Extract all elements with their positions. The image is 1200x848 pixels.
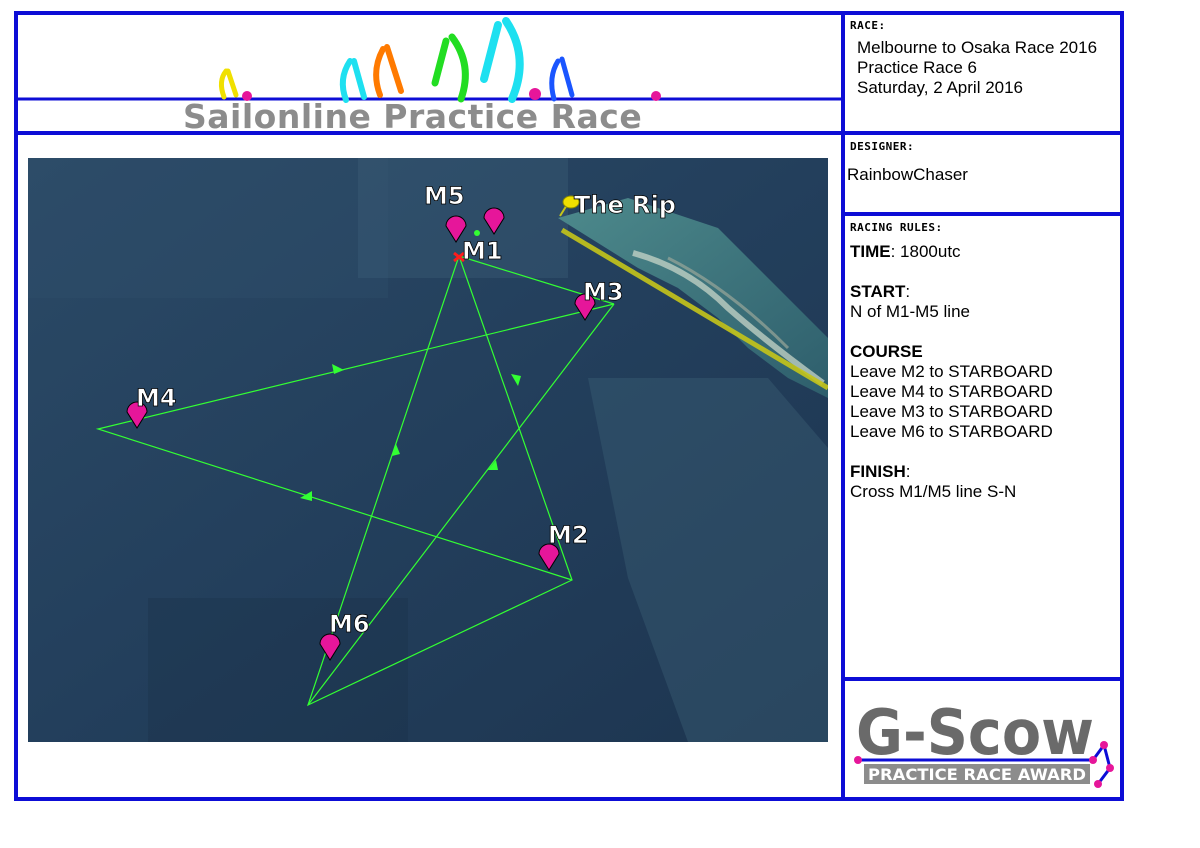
- course-label: COURSE: [850, 342, 923, 361]
- course-item: Leave M2 to STARBOARD: [850, 362, 1053, 381]
- g-scow-award-logo: G-Scow PRACTICE RACE AWARD: [848, 690, 1118, 790]
- race-name: Melbourne to Osaka Race 2016: [857, 38, 1098, 57]
- finish-colon: :: [905, 462, 911, 481]
- mark-label-m4: M4: [136, 384, 177, 412]
- designer-name: RainbowChaser: [847, 165, 968, 184]
- logo-title: G-Scow: [856, 696, 1094, 769]
- start-value: N of M1-M5 line: [850, 302, 970, 321]
- designer-heading: DESIGNER:: [850, 140, 915, 153]
- mark-label-m2: M2: [548, 521, 589, 549]
- race-subtitle: Practice Race 6: [857, 58, 977, 77]
- banner: Sailonline Practice Race: [18, 15, 842, 136]
- start-label: START: [850, 282, 906, 301]
- race-divider: [843, 131, 1124, 135]
- sail-cyan-large-icon: [480, 17, 524, 103]
- sail-yellow-icon: [218, 68, 239, 100]
- start-line-icon: [474, 230, 480, 236]
- race-details: Melbourne to Osaka Race 2016 Practice Ra…: [857, 38, 1097, 98]
- sail-orange-icon: [373, 44, 404, 98]
- finish-label: FINISH: [850, 462, 906, 481]
- logo-subtitle: PRACTICE RACE AWARD: [868, 765, 1086, 784]
- sail-blue-icon: [549, 56, 575, 102]
- start-colon: :: [905, 282, 911, 301]
- mark-label-m3: M3: [583, 278, 624, 306]
- sail-cyan-icon: [339, 58, 367, 103]
- mark-label-m5: M5: [424, 182, 465, 210]
- finish-value: Cross M1/M5 line S-N: [850, 482, 1017, 501]
- racing-rules: TIME: 1800utc START: N of M1-M5 line COU…: [850, 242, 1053, 502]
- time-label: TIME: [850, 242, 891, 261]
- rules-divider: [843, 677, 1124, 681]
- rule-finish: FINISH:: [850, 462, 1053, 482]
- course-map: M5 M1 M3 M4 M2 M6 The Rip: [28, 158, 830, 742]
- course-item: Leave M6 to STARBOARD: [850, 422, 1053, 441]
- buoy-icon: [651, 91, 661, 101]
- mark-label-m1: M1: [462, 237, 503, 265]
- race-date: Saturday, 2 April 2016: [857, 78, 1024, 97]
- course-item: Leave M4 to STARBOARD: [850, 382, 1053, 401]
- race-heading: RACE:: [850, 19, 886, 32]
- sail-green-icon: [431, 33, 469, 103]
- mark-label-m6: M6: [329, 610, 370, 638]
- designer-divider: [843, 212, 1124, 216]
- banner-title: Sailonline Practice Race: [183, 97, 643, 136]
- rule-time: TIME: 1800utc: [850, 242, 1053, 262]
- rule-start: START:: [850, 282, 1053, 302]
- rules-heading: RACING RULES:: [850, 221, 943, 234]
- time-value: : 1800utc: [890, 242, 961, 261]
- landmark-label: The Rip: [574, 191, 676, 219]
- course-item: Leave M3 to STARBOARD: [850, 402, 1053, 421]
